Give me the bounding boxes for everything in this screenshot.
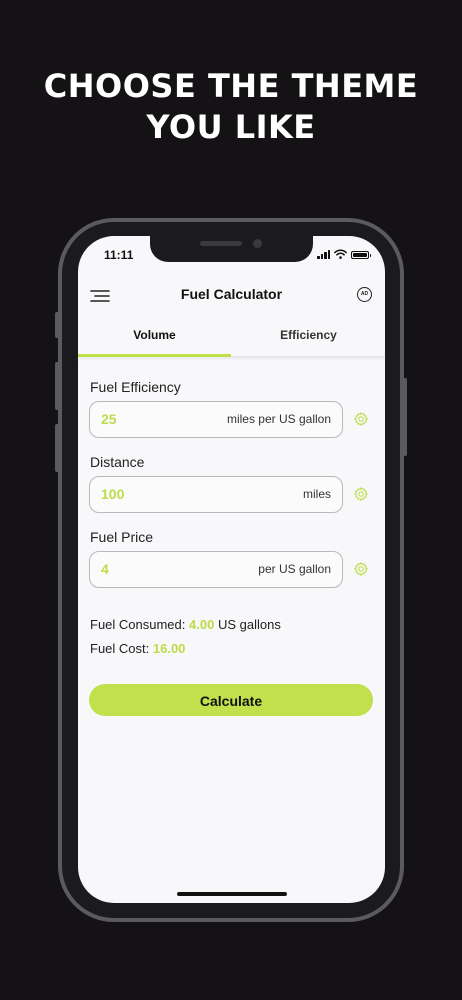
tab-bar: Volume Efficiency xyxy=(78,320,385,357)
tab-volume[interactable]: Volume xyxy=(78,320,231,356)
home-indicator[interactable] xyxy=(177,892,287,896)
speaker-grille xyxy=(200,241,242,246)
fuel-efficiency-unit: miles per US gallon xyxy=(226,412,331,426)
battery-icon xyxy=(351,251,371,259)
gear-icon[interactable] xyxy=(353,486,369,502)
front-camera xyxy=(253,239,262,248)
status-icons xyxy=(317,249,371,259)
active-tab-indicator xyxy=(78,354,231,357)
fuel-price-unit: per US gallon xyxy=(258,562,331,576)
phone-volume-down-button xyxy=(55,424,60,472)
distance-value: 100 xyxy=(101,486,125,502)
tab-efficiency[interactable]: Efficiency xyxy=(232,320,385,356)
signal-icon xyxy=(317,250,330,259)
fuel-efficiency-input[interactable]: 25 miles per US gallon xyxy=(89,401,343,438)
promo-headline: CHOOSE THE THEME YOU LIKE xyxy=(0,66,462,148)
fuel-price-input[interactable]: 4 per US gallon xyxy=(89,551,343,588)
distance-label: Distance xyxy=(90,454,145,470)
promo-line-2: YOU LIKE xyxy=(146,108,316,146)
phone-volume-up-button xyxy=(55,362,60,410)
distance-input[interactable]: 100 miles xyxy=(89,476,343,513)
remove-ads-icon[interactable]: AD xyxy=(357,287,372,302)
fuel-price-label: Fuel Price xyxy=(90,529,154,545)
fuel-consumed-label: Fuel Consumed: xyxy=(90,617,186,632)
phone-power-button xyxy=(402,378,407,456)
gear-icon[interactable] xyxy=(353,411,369,427)
fuel-price-value: 4 xyxy=(101,561,109,577)
app-title: Fuel Calculator xyxy=(180,286,283,302)
calculate-button[interactable]: Calculate xyxy=(89,684,373,716)
fuel-consumed-result: Fuel Consumed: 4.00 US gallons xyxy=(90,617,281,632)
status-time: 11:11 xyxy=(104,248,134,262)
fuel-consumed-value: 4.00 xyxy=(189,617,215,632)
fuel-cost-label: Fuel Cost: xyxy=(90,641,150,656)
phone-screen: 11:11 Fuel Calculator AD Volume Efficien… xyxy=(78,236,385,903)
fuel-cost-result: Fuel Cost: 16.00 xyxy=(90,641,185,656)
gear-icon[interactable] xyxy=(353,561,369,577)
phone-notch xyxy=(150,236,313,262)
fuel-cost-value: 16.00 xyxy=(152,641,186,656)
app-header: Fuel Calculator AD xyxy=(78,280,385,312)
fuel-consumed-unit: US gallons xyxy=(217,617,281,632)
wifi-icon xyxy=(334,249,347,259)
phone-side-button xyxy=(55,312,60,338)
distance-unit: miles xyxy=(302,487,331,501)
promo-line-1: CHOOSE THE THEME xyxy=(43,67,419,105)
fuel-efficiency-value: 25 xyxy=(101,411,117,427)
fuel-efficiency-label: Fuel Efficiency xyxy=(90,379,181,395)
